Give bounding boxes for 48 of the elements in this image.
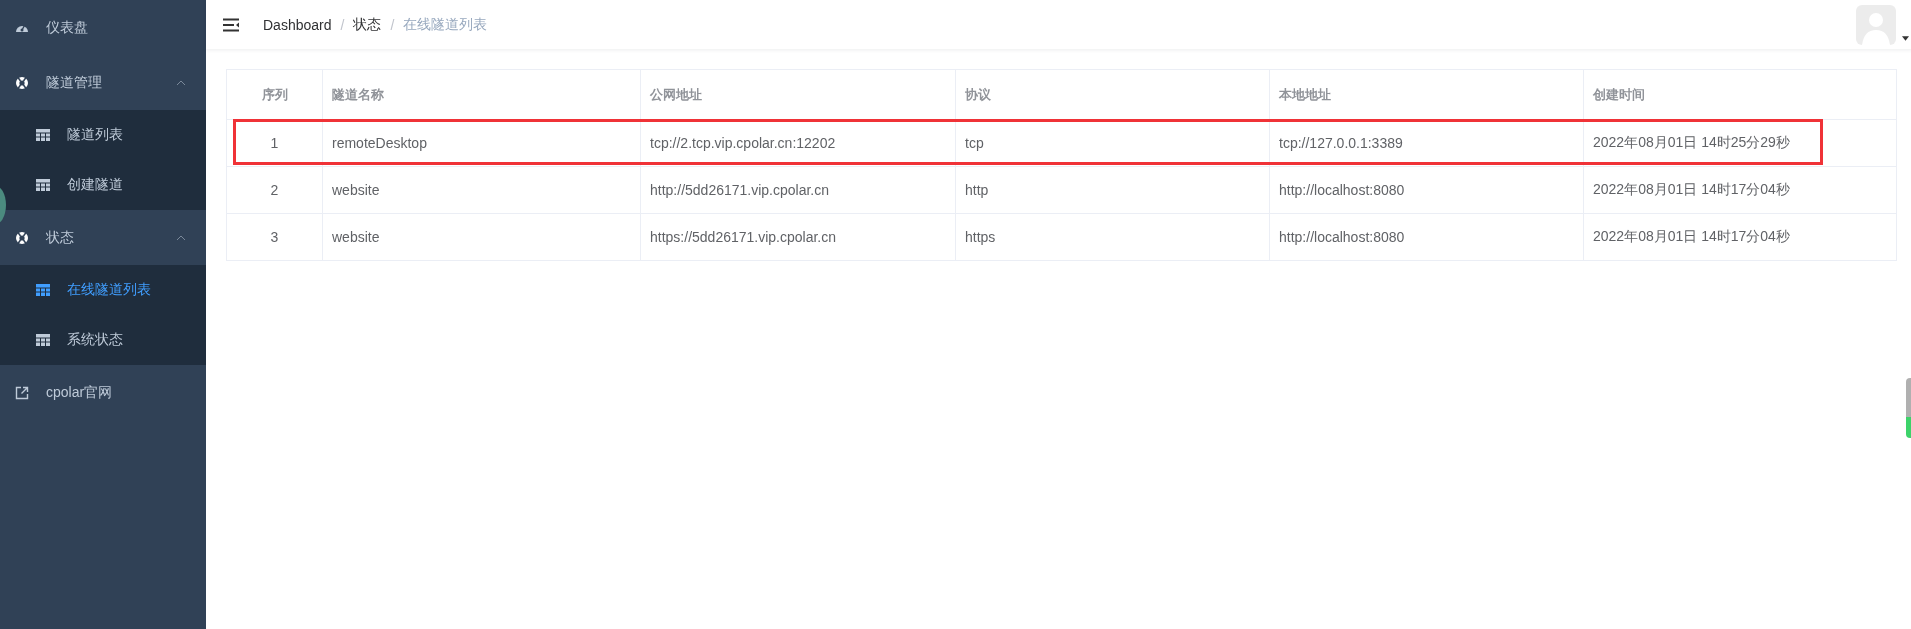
breadcrumb-separator: /	[340, 16, 345, 33]
breadcrumb-item[interactable]: Dashboard	[263, 16, 332, 33]
sidebar-item[interactable]: 隧道管理	[0, 55, 206, 110]
column-header: 隧道名称	[322, 70, 640, 119]
table-cell: http://localhost:8080	[1269, 214, 1583, 260]
sidebar-subitem[interactable]: 创建隧道	[7, 160, 206, 210]
table-cell: website	[322, 214, 640, 260]
table-icon	[36, 334, 50, 346]
breadcrumb-separator: /	[390, 16, 395, 33]
column-header: 协议	[955, 70, 1269, 119]
column-header: 序列	[260, 85, 289, 104]
table-cell: http://localhost:8080	[1269, 167, 1583, 213]
sidebar-subitem[interactable]: 隧道列表	[7, 110, 206, 160]
column-header: 创建时间	[1583, 70, 1896, 119]
table-cell: remoteDesktop	[322, 120, 640, 166]
table-cell: 2022年08月01日 14时17分04秒	[1583, 214, 1896, 260]
breadcrumb-item: 在线隧道列表	[403, 15, 488, 34]
sidebar-subitem[interactable]: 系统状态	[7, 315, 206, 365]
sidebar-item[interactable]: cpolar官网	[0, 365, 206, 420]
table-cell: 2022年08月01日 14时25分29秒	[1583, 120, 1896, 166]
lifebuoy-icon	[15, 75, 29, 90]
breadcrumb-item[interactable]: 状态	[353, 15, 382, 34]
table-cell: https	[955, 214, 1269, 260]
lifebuoy-icon	[15, 230, 29, 245]
chevron-icon	[176, 234, 186, 241]
table-icon	[36, 284, 50, 296]
table-cell: tcp://127.0.0.1:3389	[1269, 120, 1583, 166]
table-cell: tcp://2.tcp.vip.cpolar.cn:12202	[640, 120, 955, 166]
table-cell: https://5dd26171.vip.cpolar.cn	[640, 214, 955, 260]
table-cell: 2022年08月01日 14时17分04秒	[1583, 167, 1896, 213]
external-link-icon	[15, 385, 29, 400]
table-icon	[36, 179, 50, 191]
table-cell: tcp	[955, 120, 1269, 166]
table-cell-text: 3	[269, 228, 280, 247]
column-header: 本地地址	[1269, 70, 1583, 119]
table-cell-text: 2	[269, 181, 280, 200]
sidebar-subitem[interactable]: 在线隧道列表	[7, 265, 206, 315]
column-header: 公网地址	[640, 70, 955, 119]
table-cell: http	[955, 167, 1269, 213]
table-cell: http://5dd26171.vip.cpolar.cn	[640, 167, 955, 213]
menu-icon[interactable]	[223, 17, 239, 32]
table-cell: website	[322, 167, 640, 213]
chevron-icon	[176, 79, 186, 86]
caret-icon[interactable]	[1902, 35, 1909, 41]
table-cell-text: 1	[269, 134, 280, 153]
sidebar-item[interactable]: 状态	[0, 210, 206, 265]
sidebar-item[interactable]: 仪表盘	[0, 0, 206, 55]
table-icon	[36, 129, 50, 141]
